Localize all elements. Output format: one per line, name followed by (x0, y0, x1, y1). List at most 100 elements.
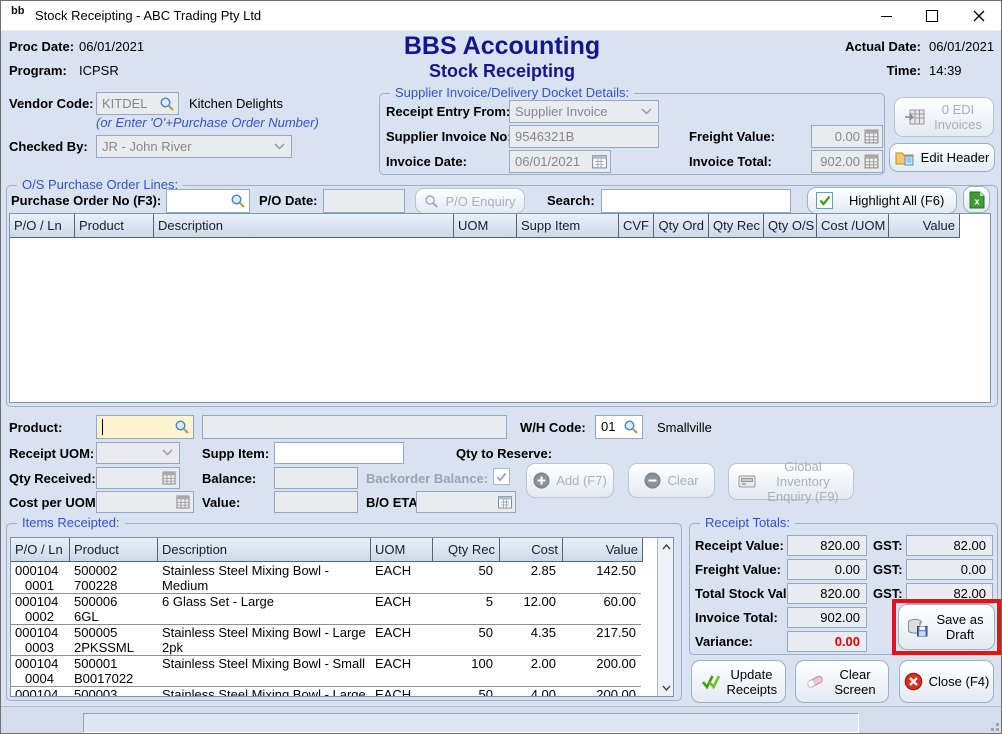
po-lookup-icon[interactable] (230, 193, 246, 209)
cell-uom: EACH (375, 656, 430, 671)
invoice-date-input[interactable]: 06/01/2021 (509, 150, 611, 173)
items-col-product[interactable]: Product (70, 538, 158, 562)
cell-value: 200.00 (563, 687, 636, 697)
supplier-details-title: Supplier Invoice/Delivery Docket Details… (390, 85, 634, 100)
items-col-poln[interactable]: P/O / Ln (11, 538, 70, 562)
value-input[interactable] (274, 491, 358, 513)
add-button[interactable]: Add (F7) (526, 463, 614, 498)
clear-entry-button[interactable]: Clear (628, 463, 715, 498)
supplier-invoice-no-label: Supplier Invoice No: (386, 129, 512, 144)
supp-item-input[interactable] (274, 442, 404, 464)
search-input[interactable] (601, 189, 791, 213)
calculator-icon[interactable] (161, 470, 177, 486)
calculator-icon[interactable] (863, 153, 880, 170)
receipt-uom-label: Receipt UOM: (9, 446, 94, 461)
po-lines-table[interactable]: P/O / Ln Product Description UOM Supp It… (9, 213, 991, 403)
items-row[interactable]: 0001040001 500002700228 Stainless Steel … (11, 562, 641, 594)
chevron-down-icon (641, 108, 652, 115)
chevron-up-icon (662, 544, 671, 550)
search-label: Search: (547, 193, 595, 208)
backorder-balance-checkbox[interactable] (493, 468, 510, 485)
invoice-date-label: Invoice Date: (386, 154, 467, 169)
invoice-total-value: 902.00 (820, 154, 860, 169)
checked-by-select[interactable]: JR - John River (96, 135, 292, 158)
po-col-qtyrec[interactable]: Qty Rec (709, 214, 764, 238)
receipt-gst-label: GST: (873, 538, 903, 553)
qty-received-input[interactable] (96, 467, 180, 489)
po-col-suppitem[interactable]: Supp Item (517, 214, 619, 238)
items-col-cost[interactable]: Cost (500, 538, 563, 562)
receipt-entry-from-select[interactable]: Supplier Invoice (509, 100, 659, 123)
save-as-draft-button[interactable]: Save as Draft (898, 604, 995, 650)
vendor-code-input[interactable]: KITDEL (96, 92, 179, 115)
export-excel-button[interactable]: x (963, 186, 990, 213)
total-gst-field: 82.00 (906, 583, 993, 604)
items-row[interactable]: 0001040004 500001B0017022 Stainless Stee… (11, 655, 641, 687)
items-col-description[interactable]: Description (158, 538, 371, 562)
add-label: Add (F7) (556, 473, 607, 488)
wh-code-input[interactable]: 01 (595, 415, 643, 439)
items-scrollbar[interactable] (657, 538, 674, 696)
po-col-costuom[interactable]: Cost /UOM (817, 214, 889, 238)
po-col-poln[interactable]: P/O / Ln (10, 214, 75, 238)
items-col-uom[interactable]: UOM (371, 538, 433, 562)
freight-value-input[interactable]: 0.00 (811, 125, 883, 148)
po-col-qtyos[interactable]: Qty O/S (764, 214, 817, 238)
receipt-totals-title: Receipt Totals: (700, 515, 795, 530)
po-col-qtyord[interactable]: Qty Ord (654, 214, 709, 238)
balance-input[interactable] (274, 467, 358, 489)
cell-desc2: Medium (162, 578, 208, 593)
po-col-uom[interactable]: UOM (454, 214, 517, 238)
close-f4-button[interactable]: Close (F4) (899, 660, 994, 703)
items-row[interactable]: 0001040003 5000052PKSSML Stainless Steel… (11, 624, 641, 656)
bo-eta-input[interactable] (416, 491, 516, 513)
minimize-button[interactable] (863, 1, 909, 31)
items-col-value[interactable]: Value (563, 538, 643, 562)
product-label: Product: (9, 420, 62, 435)
cell-product: 500006 (74, 594, 117, 609)
calculator-icon[interactable] (175, 494, 191, 510)
scroll-down-button[interactable] (659, 680, 673, 695)
receipt-uom-select[interactable] (96, 442, 180, 464)
cell-desc2: 2pk (162, 640, 183, 655)
clear-screen-button[interactable]: Clear Screen (795, 660, 889, 703)
invoice-total-input[interactable]: 902.00 (811, 150, 883, 173)
close-button[interactable] (955, 1, 1002, 31)
edit-header-button[interactable]: Edit Header (889, 143, 995, 172)
cost-per-uom-input[interactable] (96, 491, 194, 513)
freight-gst-field: 0.00 (906, 559, 993, 580)
cell-product2: 700228 (74, 578, 117, 593)
status-bar (1, 706, 1002, 734)
vendor-lookup-icon[interactable] (159, 96, 175, 112)
resize-grip[interactable] (996, 728, 999, 731)
po-col-product[interactable]: Product (75, 214, 154, 238)
items-receipted-table[interactable]: P/O / Ln Product Description UOM Qty Rec… (10, 537, 674, 697)
po-col-value[interactable]: Value (889, 214, 960, 238)
product-input[interactable] (96, 415, 194, 439)
supplier-invoice-no-input[interactable]: 9546321B (509, 125, 659, 148)
items-row[interactable]: 0001040002 5000066GL 6 Glass Set - Large… (11, 593, 641, 625)
scroll-up-button[interactable] (659, 539, 673, 554)
po-no-input[interactable] (166, 189, 250, 213)
wh-lookup-icon[interactable] (623, 419, 639, 435)
items-row[interactable]: 000104 500003 Stainless Steel Mixing Bow… (11, 686, 641, 697)
calendar-icon[interactable] (591, 153, 608, 170)
po-date-input[interactable] (323, 189, 405, 213)
product-lookup-icon[interactable] (174, 419, 190, 435)
calculator-icon[interactable] (863, 128, 880, 145)
highlight-all-button[interactable]: Highlight All (F6) (807, 187, 957, 214)
po-col-description[interactable]: Description (154, 214, 454, 238)
items-col-qtyrec[interactable]: Qty Rec (433, 538, 500, 562)
chevron-down-icon (662, 685, 671, 691)
freight-value-label: Freight Value: (689, 129, 775, 144)
update-receipts-button[interactable]: Update Receipts (691, 660, 786, 703)
global-inventory-button[interactable]: Global Inventory Enquiry (F9) (728, 463, 854, 500)
edi-invoices-button[interactable]: 0 EDI Invoices (894, 97, 994, 137)
po-col-cvf[interactable]: CVF (619, 214, 654, 238)
maximize-button[interactable] (909, 1, 955, 31)
highlight-all-checkbox[interactable] (816, 192, 833, 209)
calendar-icon[interactable] (497, 494, 513, 510)
window-title: Stock Receipting - ABC Trading Pty Ltd (35, 8, 261, 23)
po-enquiry-button[interactable]: P/O Enquiry (415, 188, 525, 214)
cell-cost: 4.00 (500, 687, 556, 697)
